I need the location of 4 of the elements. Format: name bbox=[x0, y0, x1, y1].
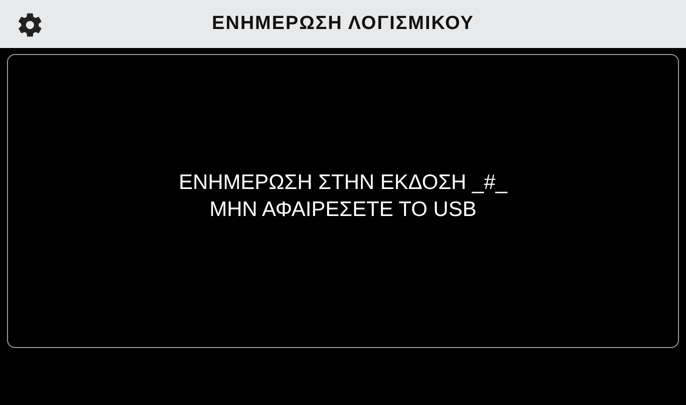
message-line: ΜΗΝ ΑΦΑΙΡΕΣΕΤΕ ΤΟ USB bbox=[210, 197, 476, 223]
message-line: ΕΝΗΜΕΡΩΣΗ ΣΤΗΝ ΕΚΔΟΣΗ _#_ bbox=[178, 170, 508, 196]
header-title: ΕΝΗΜΕΡΩΣΗ ΛΟΓΙΣΜΙΚΟΥ bbox=[212, 12, 474, 36]
settings-icon[interactable] bbox=[17, 12, 43, 38]
